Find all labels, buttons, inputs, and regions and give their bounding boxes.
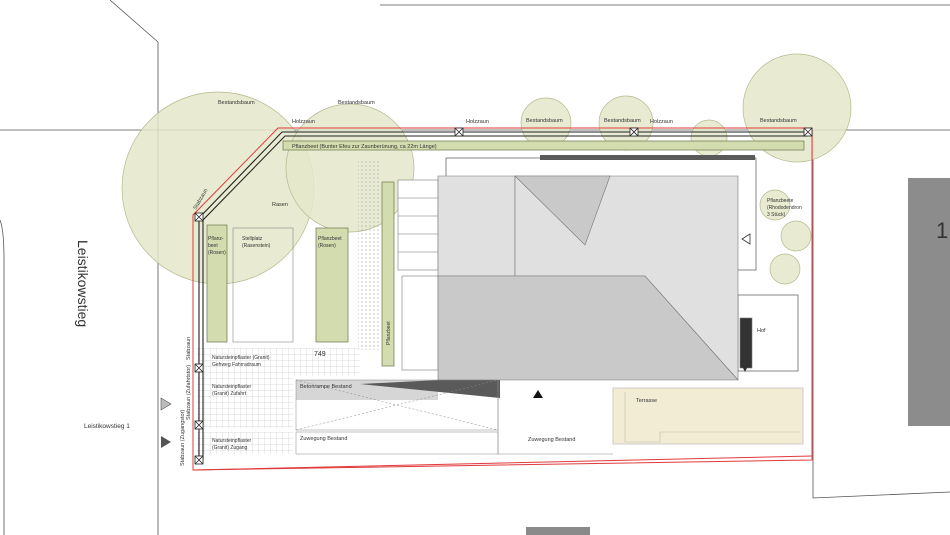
tree-label-5: Bestandsbaum — [760, 118, 797, 124]
terrace — [612, 387, 804, 445]
path-right-label: Zuwegung Bestand — [528, 437, 575, 443]
paving-access-label: Natursteinpflaster (Granit) Zugang — [212, 438, 253, 451]
elevation-mark: 749 — [314, 351, 326, 358]
lawn-label: Rasen — [272, 202, 288, 208]
fence-wood-label-2: Holzzaun — [466, 119, 489, 125]
building-roof — [437, 175, 739, 381]
address-label: Leistikowstieg 1 — [84, 423, 130, 430]
tree-label-2: Bestandsbaum — [338, 100, 375, 106]
dark-bar — [540, 155, 755, 160]
paved-strip — [358, 160, 380, 350]
fence-wood-label-3: Holzzaun — [650, 119, 673, 125]
shrub — [780, 220, 812, 252]
ramp-label: Betonrampe Bestand — [300, 384, 352, 390]
site-plan: Leistikowstieg 1 Leistikowstieg 1 Bestan… — [0, 0, 950, 535]
fence-steel-access: Stabzaun (Zugangstor) — [180, 410, 186, 466]
fence-wood-label-1: Holzzaun — [292, 119, 315, 125]
bottom-line — [192, 455, 813, 471]
plants-right-label: Pflanzbeete (Rhododendron 3 Stück) — [767, 198, 803, 218]
access-triangle-icon — [161, 436, 171, 448]
tree-label-4: Bestandsbaum — [604, 118, 641, 124]
entry-triangle-icon — [160, 397, 172, 411]
neighbor-building — [908, 178, 950, 426]
marker-triangle-icon — [741, 233, 751, 245]
street-name: Leistikowstieg — [75, 240, 91, 327]
shrub — [769, 253, 801, 285]
tree-label-3: Bestandsbaum — [526, 118, 563, 124]
tree-canopy — [690, 119, 728, 157]
terrace-label: Terrasse — [636, 398, 657, 404]
tree-label-1: Bestandsbaum — [218, 100, 255, 106]
neighbor-number: 1 — [936, 218, 948, 243]
flowerbed-long-label: Pflanzbeet (Bunter Efeu zur Zaunberünung… — [292, 144, 437, 150]
path-left-label: Zuwegung Bestand — [300, 436, 347, 442]
north-triangle-icon — [533, 390, 543, 398]
fence-steel-entry: Stabzaun (Zufahrtstor) — [186, 365, 192, 420]
flowerbed-vertical-label: Pflanzbeet — [386, 321, 392, 345]
bottom-block — [526, 527, 590, 535]
fence-steel-mid: Stabzaun — [186, 337, 192, 360]
courtyard-label: Hof — [757, 328, 766, 334]
